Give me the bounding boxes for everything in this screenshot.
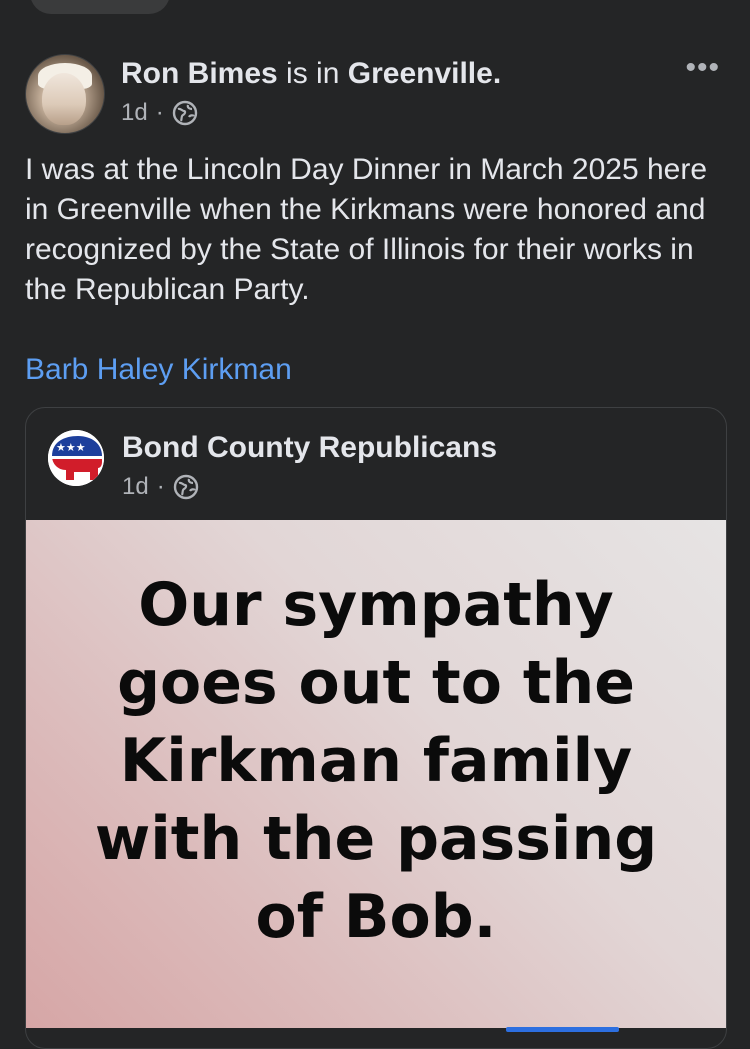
avatar-face xyxy=(42,73,86,125)
more-options-icon[interactable]: ••• xyxy=(685,53,720,83)
shared-meta-separator: · xyxy=(156,473,165,500)
shared-post-header: ★★★ Bond County Republicans 1d · xyxy=(26,408,726,520)
shared-post-card[interactable]: ★★★ Bond County Republicans 1d · Our sym… xyxy=(25,407,727,1049)
location-connector: is in xyxy=(286,57,340,90)
post-timestamp[interactable]: 1d xyxy=(121,98,148,128)
shared-post-meta: 1d · xyxy=(122,472,199,502)
shared-post-timestamp[interactable]: 1d xyxy=(122,472,149,502)
top-action-pill[interactable] xyxy=(30,0,170,14)
shared-page-name[interactable]: Bond County Republicans xyxy=(122,430,497,466)
author-name[interactable]: Ron Bimes xyxy=(121,57,278,90)
post-header: Ron Bimes is in Greenville. 1d · ••• xyxy=(25,52,725,134)
globe-icon xyxy=(173,474,199,500)
globe-icon xyxy=(172,100,198,126)
post-meta: 1d · xyxy=(121,98,198,128)
meta-separator: · xyxy=(155,99,164,126)
tagged-person-link[interactable]: Barb Haley Kirkman xyxy=(25,350,292,390)
location-name[interactable]: Greenville. xyxy=(348,57,501,90)
svg-text:★★★: ★★★ xyxy=(56,441,86,454)
post-body-text: I was at the Lincoln Day Dinner in March… xyxy=(25,153,708,306)
author-avatar[interactable] xyxy=(25,54,105,134)
shared-post-image[interactable]: Our sympathy goes out to the Kirkman fam… xyxy=(26,520,726,1028)
republican-elephant-icon[interactable]: ★★★ xyxy=(48,430,104,486)
image-caption-text: Our sympathy goes out to the Kirkman fam… xyxy=(94,570,658,952)
bottom-tab-indicator xyxy=(506,1027,619,1032)
author-line: Ron Bimes is in Greenville. xyxy=(121,56,501,92)
